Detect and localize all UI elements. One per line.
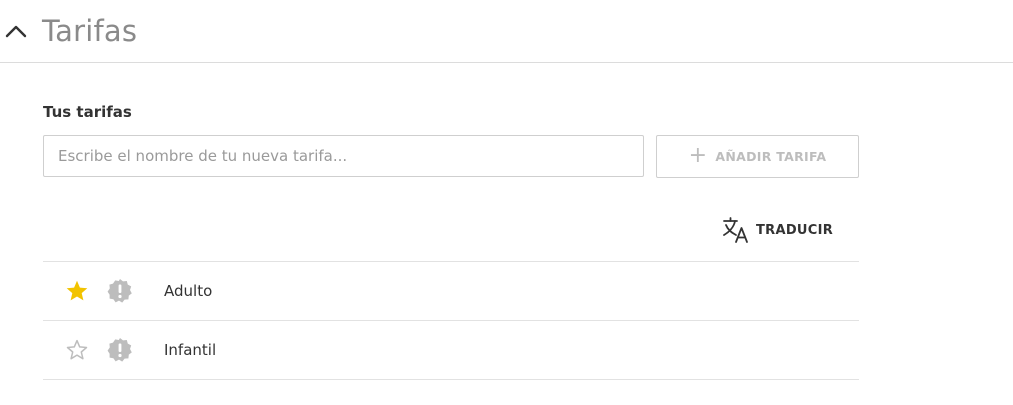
rates-label: Tus tarifas [43,103,132,121]
star-outline-icon[interactable] [64,338,90,362]
plus-icon: + [688,142,708,168]
warning-badge-icon [107,338,132,362]
section-header: Tarifas [0,0,1013,63]
add-rate-button[interactable]: + AÑADIR TARIFA [656,135,859,178]
translate-button[interactable]: TRADUCIR [722,214,833,246]
rates-list: Adulto Infantil [43,261,859,380]
list-item: Adulto [43,262,859,321]
rate-name: Adulto [164,282,213,300]
warning-badge-icon [107,279,132,303]
star-filled-icon[interactable] [64,279,90,303]
list-item: Infantil [43,321,859,380]
section-title: Tarifas [42,14,138,48]
chevron-up-icon[interactable] [5,24,27,38]
add-rate-button-label: AÑADIR TARIFA [715,149,827,164]
translate-button-label: TRADUCIR [756,222,834,238]
rate-name: Infantil [164,341,217,359]
rate-name-input[interactable] [43,135,644,177]
translate-icon [723,217,748,243]
